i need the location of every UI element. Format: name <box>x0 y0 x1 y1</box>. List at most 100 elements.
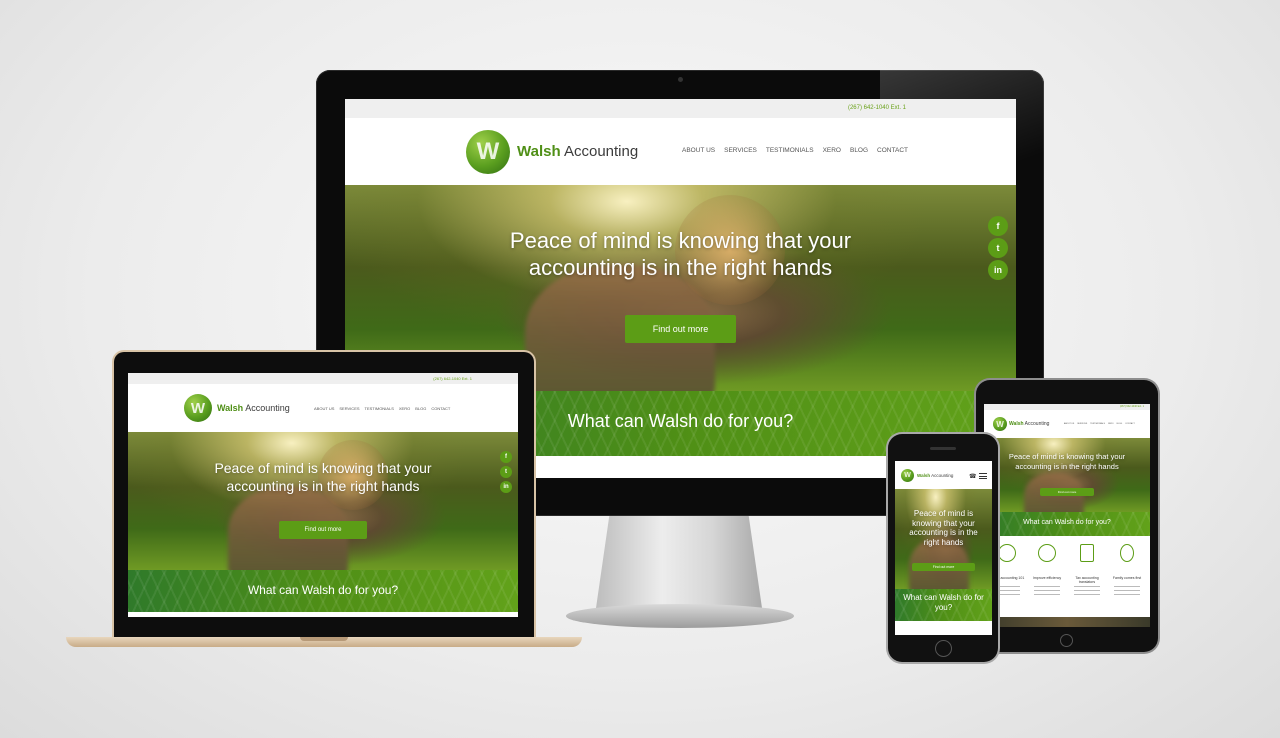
nav-services[interactable]: SERVICES <box>1077 423 1087 425</box>
nav-testimonials[interactable]: TESTIMONIALS <box>365 406 394 411</box>
nav-testimonials[interactable]: TESTIMONIALS <box>766 147 814 154</box>
site-header: W Walsh Accounting ABOUT US SERVICES TES… <box>128 384 518 432</box>
phone-number[interactable]: (267) 642-1040 Ext. 1 <box>1120 405 1144 408</box>
find-out-more-button[interactable]: Find out more <box>1040 488 1094 496</box>
phone-number[interactable]: (267) 642-1040 Ext. 1 <box>848 105 906 111</box>
hero-title: Peace of mind is knowing that your accou… <box>509 228 852 280</box>
twitter-icon[interactable]: t <box>500 466 512 478</box>
logo-rest: Accounting <box>1024 421 1050 427</box>
logo-icon[interactable]: W <box>184 394 212 422</box>
nav-contact[interactable]: CONTACT <box>877 147 908 154</box>
logo-brand: Walsh <box>1009 421 1024 427</box>
tablet-home-button[interactable] <box>1060 634 1073 647</box>
text-line <box>1114 586 1140 587</box>
find-out-more-button[interactable]: Find out more <box>279 521 367 539</box>
nav-blog[interactable]: BLOG <box>415 406 426 411</box>
services-band: What can Walsh do for you? <box>128 570 518 612</box>
logo-icon[interactable]: W <box>901 469 914 482</box>
nav-xero[interactable]: XERO <box>823 147 841 154</box>
main-nav: ABOUT US SERVICES TESTIMONIALS XERO BLOG… <box>1064 423 1135 425</box>
laptop-screen: (267) 642-1040 Ext. 1 W Walsh Accounting… <box>128 373 518 617</box>
tablet-screen: (267) 642-1040 Ext. 1 W Walsh Accounting… <box>984 404 1150 627</box>
find-out-more-button[interactable]: Find out more <box>912 563 975 571</box>
nav-xero[interactable]: XERO <box>1108 423 1114 425</box>
logo-rest: Accounting <box>245 403 290 413</box>
find-out-more-button[interactable]: Find out more <box>625 315 736 343</box>
main-nav: ABOUT US SERVICES TESTIMONIALS XERO BLOG… <box>314 406 450 411</box>
hero-title: Peace of mind is knowing that your accou… <box>1008 452 1126 471</box>
site-header: W Walsh Accounting ☎ <box>895 461 992 489</box>
network-icon <box>998 544 1016 562</box>
text-line <box>1074 586 1100 587</box>
main-nav: ABOUT US SERVICES TESTIMONIALS XERO BLOG… <box>682 147 908 154</box>
band-title: What can Walsh do for you? <box>903 593 984 612</box>
top-bar: (267) 642-1040 Ext. 1 <box>345 99 1016 118</box>
text-line <box>1034 586 1060 587</box>
nav-about-us[interactable]: ABOUT US <box>1064 423 1074 425</box>
site-header: W Walsh Accounting ABOUT US SERVICES TES… <box>345 118 1016 185</box>
phone-home-button[interactable] <box>935 640 952 657</box>
laptop-notch <box>300 637 348 641</box>
hero-section: Peace of mind is knowing that your accou… <box>895 489 992 589</box>
monitor-stand <box>596 516 762 608</box>
hero-title: Peace of mind is knowing that your accou… <box>909 509 978 547</box>
text-line <box>1034 594 1060 595</box>
service-item[interactable]: Family comes first <box>1108 544 1146 614</box>
hero-title: Peace of mind is knowing that your accou… <box>214 460 432 494</box>
nav-testimonials[interactable]: TESTIMONIALS <box>1090 423 1105 425</box>
logo-text[interactable]: Walsh Accounting <box>517 143 638 160</box>
nav-services[interactable]: SERVICES <box>339 406 359 411</box>
logo-icon[interactable]: W <box>993 417 1007 431</box>
hero-section: Peace of mind is knowing that your accou… <box>128 432 518 570</box>
service-title: Tax accounting translators <box>1075 576 1099 584</box>
services-band: What can Walsh do for you? <box>895 589 992 621</box>
logo-text[interactable]: Walsh Accounting <box>1009 421 1049 427</box>
phone-number[interactable]: (267) 642-1040 Ext. 1 <box>433 376 472 381</box>
hero-section: Peace of mind is knowing that your accou… <box>984 438 1150 512</box>
service-item[interactable]: Tax accounting translators <box>1068 544 1106 614</box>
facebook-icon[interactable]: f <box>500 451 512 463</box>
document-icon <box>1080 544 1094 562</box>
nav-contact[interactable]: CONTACT <box>1125 423 1135 425</box>
phone-speaker <box>930 447 956 450</box>
facebook-icon[interactable]: f <box>988 216 1008 236</box>
band-title: What can Walsh do for you? <box>1023 519 1111 526</box>
band-title: What can Walsh do for you? <box>247 583 399 597</box>
site-header: W Walsh Accounting ABOUT US SERVICES TES… <box>984 410 1150 438</box>
nav-about-us[interactable]: ABOUT US <box>314 406 334 411</box>
service-item[interactable]: Improve efficiency <box>1028 544 1066 614</box>
nav-blog[interactable]: BLOG <box>1117 423 1123 425</box>
phone-screen: W Walsh Accounting ☎ Peace of mind is kn… <box>895 461 992 635</box>
logo-text[interactable]: Walsh Accounting <box>217 403 290 413</box>
text-line <box>1114 590 1140 591</box>
family-icon <box>1120 544 1134 562</box>
nav-contact[interactable]: CONTACT <box>431 406 450 411</box>
text-line <box>1114 594 1140 595</box>
logo-brand: Walsh <box>517 143 561 160</box>
logo-brand: Walsh <box>217 403 244 413</box>
logo-rest: Accounting <box>563 143 639 160</box>
logo-rest: Accounting <box>931 473 954 478</box>
services-band: What can Walsh do for you? <box>984 512 1150 536</box>
nav-services[interactable]: SERVICES <box>724 147 757 154</box>
service-title: Improve efficiency <box>1032 576 1062 580</box>
twitter-icon[interactable]: t <box>988 238 1008 258</box>
logo-brand: Walsh <box>917 473 931 478</box>
text-line <box>1034 590 1060 591</box>
monitor-camera <box>678 77 683 82</box>
service-title: Family comes first <box>1112 576 1142 580</box>
nav-blog[interactable]: BLOG <box>850 147 868 154</box>
text-line <box>1074 594 1100 595</box>
nav-xero[interactable]: XERO <box>399 406 410 411</box>
logo-text[interactable]: Walsh Accounting <box>917 473 953 478</box>
top-bar: (267) 642-1040 Ext. 1 <box>128 373 518 384</box>
hamburger-menu-icon[interactable] <box>979 473 987 479</box>
logo-icon[interactable]: W <box>466 130 510 174</box>
speedometer-icon <box>1038 544 1056 562</box>
footer-photo-strip <box>984 617 1150 627</box>
linkedin-icon[interactable]: in <box>988 260 1008 280</box>
phone-call-icon[interactable]: ☎ <box>969 473 976 480</box>
services-list: Virtual accounting 101 Improve efficienc… <box>984 536 1150 616</box>
nav-about-us[interactable]: ABOUT US <box>682 147 715 154</box>
linkedin-icon[interactable]: in <box>500 481 512 493</box>
